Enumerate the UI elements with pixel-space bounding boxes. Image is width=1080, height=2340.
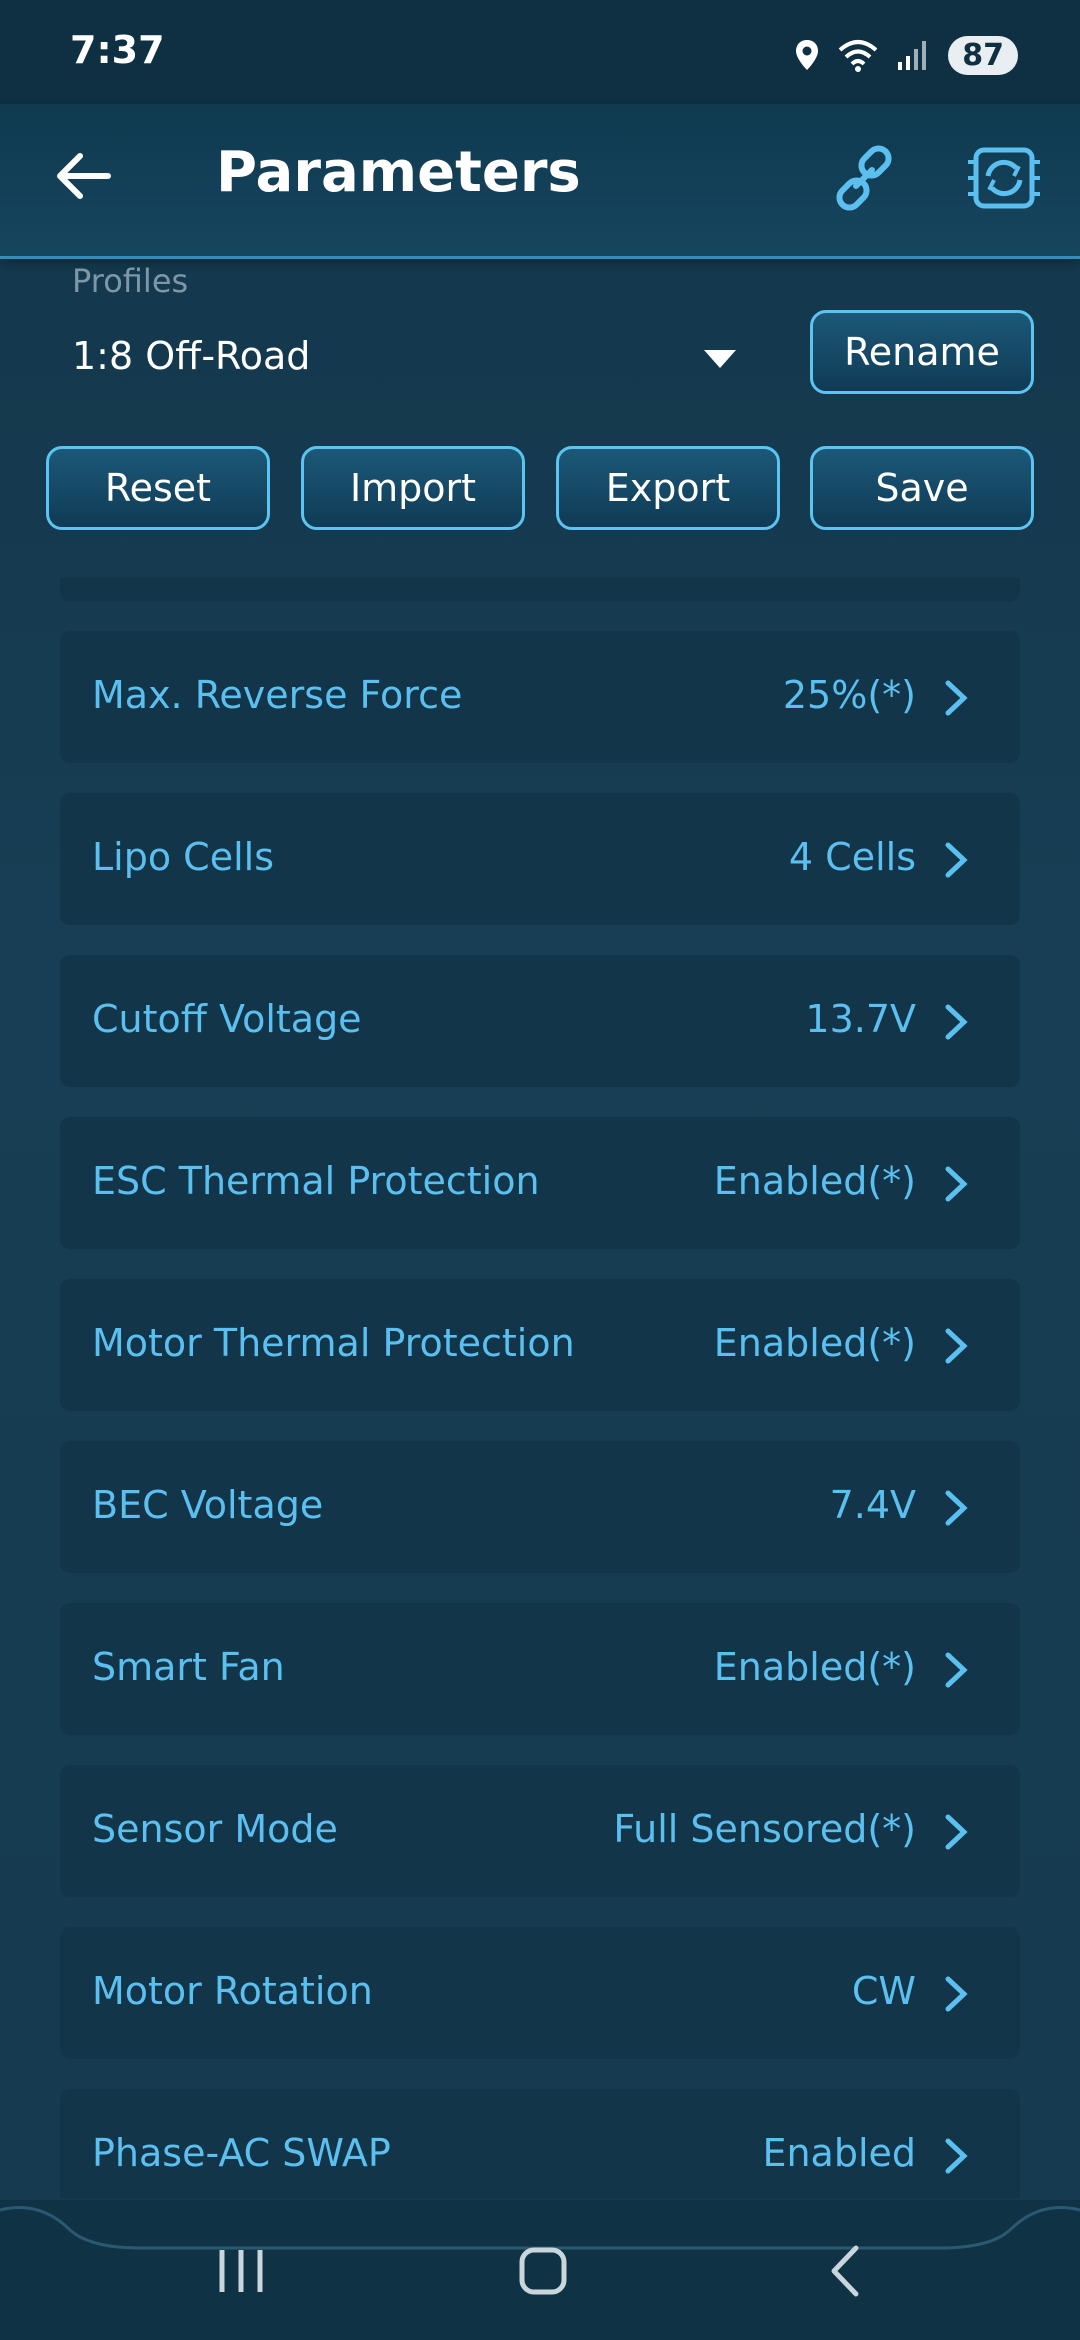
- param-value: 4 Cells: [788, 835, 916, 879]
- param-label: BEC Voltage: [92, 1483, 324, 1527]
- list-item-esc-thermal-protection[interactable]: ESC Thermal Protection Enabled(*): [60, 1117, 1020, 1249]
- chevron-right-icon: [945, 842, 968, 878]
- param-label: Motor Rotation: [92, 1969, 373, 2013]
- parameter-list[interactable]: Max. Reverse Force 25%(*) Lipo Cells 4 C…: [0, 578, 1080, 2198]
- export-button[interactable]: Export: [556, 446, 780, 530]
- recents-icon[interactable]: [206, 2236, 276, 2306]
- param-value: Enabled(*): [713, 1159, 916, 1203]
- chevron-right-icon: [945, 1166, 968, 1202]
- import-button[interactable]: Import: [301, 446, 525, 530]
- chevron-right-icon: [945, 1490, 968, 1526]
- battery-icon: 87: [948, 35, 1018, 75]
- home-icon[interactable]: [508, 2236, 578, 2306]
- chevron-right-icon: [945, 1004, 968, 1040]
- reset-button[interactable]: Reset: [46, 446, 270, 530]
- param-label: Smart Fan: [92, 1645, 285, 1689]
- list-item-partial: [60, 578, 1020, 602]
- back-icon[interactable]: [812, 2236, 882, 2306]
- list-item-max-reverse-force[interactable]: Max. Reverse Force 25%(*): [60, 631, 1020, 763]
- status-time: 7:37: [70, 28, 165, 72]
- param-label: Lipo Cells: [92, 835, 275, 879]
- param-value: 13.7V: [805, 997, 916, 1041]
- status-icons: 87: [794, 30, 1018, 80]
- list-item-sensor-mode[interactable]: Sensor Mode Full Sensored(*): [60, 1765, 1020, 1897]
- list-item-motor-rotation[interactable]: Motor Rotation CW: [60, 1927, 1020, 2059]
- list-item-bec-voltage[interactable]: BEC Voltage 7.4V: [60, 1441, 1020, 1573]
- param-label: Cutoff Voltage: [92, 997, 362, 1041]
- wifi-icon: [838, 40, 878, 72]
- param-label: ESC Thermal Protection: [92, 1159, 540, 1203]
- rename-button[interactable]: Rename: [810, 310, 1034, 394]
- list-item-smart-fan[interactable]: Smart Fan Enabled(*): [60, 1603, 1020, 1735]
- param-value: 7.4V: [829, 1483, 916, 1527]
- param-value: Enabled: [762, 2131, 916, 2175]
- param-value: Enabled(*): [713, 1645, 916, 1689]
- screen: 7:37 87 Parameters Profiles 1:8 Off-Road…: [0, 0, 1080, 2340]
- list-item-phase-ac-swap[interactable]: Phase-AC SWAP Enabled: [60, 2089, 1020, 2198]
- param-label: Motor Thermal Protection: [92, 1321, 575, 1365]
- save-button[interactable]: Save: [810, 446, 1034, 530]
- param-label: Max. Reverse Force: [92, 673, 463, 717]
- signal-icon: [898, 41, 927, 70]
- list-item-cutoff-voltage[interactable]: Cutoff Voltage 13.7V: [60, 955, 1020, 1087]
- dropdown-arrow-icon: [704, 350, 736, 368]
- param-label: Sensor Mode: [92, 1807, 338, 1851]
- param-value: Full Sensored(*): [613, 1807, 916, 1851]
- chevron-right-icon: [945, 1814, 968, 1850]
- chevron-right-icon: [945, 1328, 968, 1364]
- chevron-right-icon: [945, 1976, 968, 2012]
- status-bar: 7:37 87: [0, 0, 1080, 104]
- list-item-motor-thermal-protection[interactable]: Motor Thermal Protection Enabled(*): [60, 1279, 1020, 1411]
- profiles-label: Profiles: [72, 262, 189, 300]
- chevron-right-icon: [945, 1652, 968, 1688]
- page-title: Parameters: [216, 140, 581, 205]
- arrow-left-icon[interactable]: [48, 140, 120, 212]
- location-icon: [796, 40, 819, 70]
- param-value: CW: [851, 1969, 916, 2013]
- profile-selected-value: 1:8 Off-Road: [72, 334, 311, 378]
- param-value: 25%(*): [782, 673, 916, 717]
- list-item-lipo-cells[interactable]: Lipo Cells 4 Cells: [60, 793, 1020, 925]
- param-value: Enabled(*): [713, 1321, 916, 1365]
- profile-dropdown[interactable]: 1:8 Off-Road: [60, 320, 760, 400]
- chevron-right-icon: [945, 2138, 968, 2174]
- param-label: Phase-AC SWAP: [92, 2131, 391, 2175]
- chevron-right-icon: [945, 680, 968, 716]
- chip-sync-icon[interactable]: [966, 140, 1042, 216]
- app-bar: Parameters: [0, 104, 1080, 259]
- link-icon[interactable]: [830, 144, 898, 212]
